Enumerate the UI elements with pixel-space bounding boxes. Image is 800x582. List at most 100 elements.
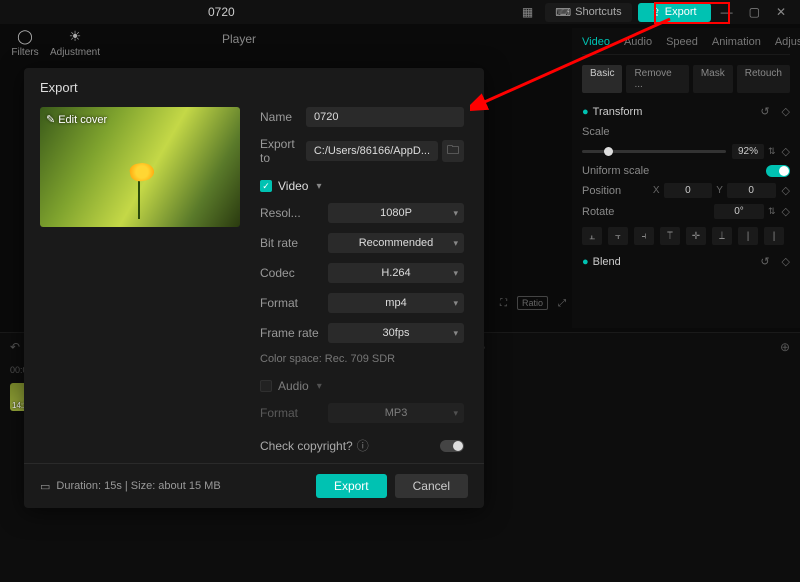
scale-row: Scale <box>582 126 790 138</box>
align-bottom-icon[interactable]: ⟘ <box>712 227 732 245</box>
chevron-down-icon: ▾ <box>316 181 321 192</box>
cover-preview[interactable]: ✎ Edit cover <box>40 107 240 227</box>
rotate-row: Rotate 0° ⇅ ◇ <box>582 204 790 219</box>
chevron-down-icon: ▾ <box>317 381 322 392</box>
keyframe-icon[interactable]: ◇ <box>782 255 790 268</box>
align-left-icon[interactable]: ⫠ <box>582 227 602 245</box>
rotate-input[interactable]: 0° <box>714 204 764 219</box>
align-top-icon[interactable]: ⟙ <box>660 227 680 245</box>
format-label: Format <box>260 296 328 310</box>
chevron-down-icon: ▾ <box>453 298 458 309</box>
resolution-label: Resol... <box>260 206 328 220</box>
chevron-down-icon: ▾ <box>453 328 458 339</box>
name-label: Name <box>260 110 306 124</box>
align-vcenter-icon[interactable]: ✛ <box>686 227 706 245</box>
align-buttons: ⫠ ⫟ ⫞ ⟙ ✛ ⟘ | | <box>582 227 790 245</box>
film-icon: ▭ <box>40 480 50 493</box>
resolution-select[interactable]: 1080P▾ <box>328 203 464 223</box>
maximize-icon[interactable]: ▢ <box>743 2 766 22</box>
dialog-title: Export <box>24 68 484 107</box>
audio-section-header[interactable]: Audio ▾ <box>260 379 464 393</box>
bitrate-select[interactable]: Recommended▾ <box>328 233 464 253</box>
colorspace-text: Color space: Rec. 709 SDR <box>260 353 464 365</box>
blend-section-header[interactable]: ● Blend ↺ ◇ <box>582 255 790 268</box>
tab-animation[interactable]: Animation <box>712 36 761 48</box>
align-dist2-icon[interactable]: | <box>764 227 784 245</box>
fullscreen-icon[interactable]: ⤢ <box>558 298 566 309</box>
adjustment-icon: ☀ <box>50 28 100 45</box>
filters-icon: ◯ <box>0 28 50 45</box>
reset-icon[interactable]: ↺ <box>760 105 769 118</box>
info-icon[interactable]: ⓘ <box>357 437 369 454</box>
duration-info: ▭ Duration: 15s | Size: about 15 MB <box>40 480 221 493</box>
keyframe-icon[interactable]: ◇ <box>782 145 790 158</box>
tab-adjust[interactable]: Adjust <box>775 36 800 48</box>
audio-format-label: Format <box>260 406 328 420</box>
align-dist-icon[interactable]: | <box>738 227 758 245</box>
tab-audio[interactable]: Audio <box>624 36 652 48</box>
bitrate-label: Bit rate <box>260 236 328 250</box>
audio-checkbox[interactable] <box>260 380 272 392</box>
keyframe-icon[interactable]: ◇ <box>782 184 790 197</box>
export-path: C:/Users/86166/AppD... <box>306 141 438 161</box>
framerate-label: Frame rate <box>260 326 328 340</box>
folder-icon: 🗀 <box>447 141 459 162</box>
reset-icon[interactable]: ↺ <box>760 255 769 268</box>
position-x-input[interactable]: 0 <box>664 183 713 198</box>
tab-video[interactable]: Video <box>582 36 610 48</box>
layout-icon[interactable]: ▦ <box>516 2 539 22</box>
shortcuts-button[interactable]: ⌨ Shortcuts <box>545 3 631 22</box>
scale-value[interactable]: 92% <box>732 144 764 159</box>
browse-folder-button[interactable]: 🗀 <box>442 140 464 162</box>
export-dialog: Export ✎ Edit cover Name Export to C:/Us… <box>24 68 484 508</box>
framerate-select[interactable]: 30fps▾ <box>328 323 464 343</box>
annotation-highlight-box <box>654 2 730 24</box>
stepper-icon[interactable]: ⇅ <box>768 146 776 157</box>
check-copyright-row: Check copyright? ⓘ <box>260 437 464 454</box>
subtab-remove[interactable]: Remove ... <box>626 65 688 93</box>
position-y-input[interactable]: 0 <box>727 183 776 198</box>
property-tabs: Video Audio Speed Animation Adjust <box>582 36 790 55</box>
keyframe-icon[interactable]: ◇ <box>782 105 790 118</box>
property-subtabs: Basic Remove ... Mask Retouch <box>582 65 790 93</box>
name-input[interactable] <box>306 107 464 127</box>
subtab-mask[interactable]: Mask <box>693 65 733 93</box>
transform-section-header[interactable]: ● Transform ↺ ◇ <box>582 105 790 118</box>
stepper-icon[interactable]: ⇅ <box>768 206 776 217</box>
ratio-button[interactable]: Ratio <box>517 296 548 310</box>
export-confirm-button[interactable]: Export <box>316 474 387 498</box>
chevron-down-icon: ● <box>582 256 589 268</box>
position-row: Position X 0 Y 0 ◇ <box>582 183 790 198</box>
undo-icon[interactable]: ↶ <box>10 340 20 354</box>
chevron-down-icon: ▾ <box>453 238 458 249</box>
chevron-down-icon: ▾ <box>453 208 458 219</box>
keyframe-icon[interactable]: ◇ <box>782 205 790 218</box>
subtab-retouch[interactable]: Retouch <box>737 65 790 93</box>
keyboard-icon: ⌨ <box>555 6 571 19</box>
pencil-icon: ✎ <box>46 113 55 126</box>
subtab-basic[interactable]: Basic <box>582 65 622 93</box>
video-checkbox[interactable]: ✓ <box>260 180 272 192</box>
align-right-icon[interactable]: ⫞ <box>634 227 654 245</box>
uniform-scale-toggle[interactable] <box>766 165 790 177</box>
crop-icon[interactable]: ⛶ <box>500 298 507 309</box>
align-hcenter-icon[interactable]: ⫟ <box>608 227 628 245</box>
player-controls: ⛶ Ratio ⤢ <box>500 296 566 310</box>
dialog-footer: ▭ Duration: 15s | Size: about 15 MB Expo… <box>24 463 484 508</box>
codec-label: Codec <box>260 266 328 280</box>
check-copyright-toggle[interactable] <box>440 440 464 452</box>
close-icon[interactable]: ✕ <box>770 2 792 22</box>
tab-speed[interactable]: Speed <box>666 36 698 48</box>
format-select[interactable]: mp4▾ <box>328 293 464 313</box>
player-label: Player <box>218 32 558 52</box>
video-section-header[interactable]: ✓ Video ▾ <box>260 179 464 193</box>
uniform-scale-row: Uniform scale <box>582 165 790 177</box>
edit-cover-button[interactable]: ✎ Edit cover <box>46 113 107 126</box>
export-to-label: Export to <box>260 137 306 165</box>
chevron-down-icon: ● <box>582 106 589 118</box>
chevron-down-icon: ▾ <box>453 268 458 279</box>
scale-slider[interactable] <box>582 150 726 153</box>
codec-select[interactable]: H.264▾ <box>328 263 464 283</box>
cancel-button[interactable]: Cancel <box>395 474 468 498</box>
zoom-icon[interactable]: ⊕ <box>780 340 790 354</box>
